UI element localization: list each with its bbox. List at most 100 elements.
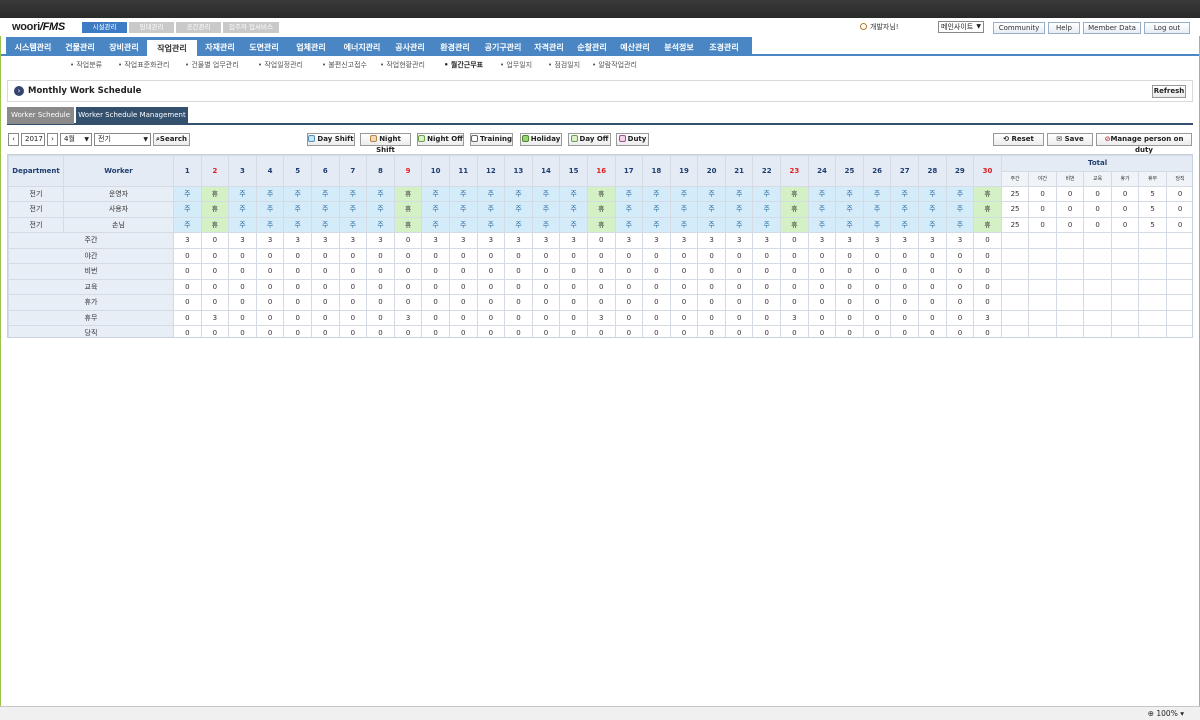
shift-cell[interactable]: 주: [504, 216, 533, 233]
holiday-button[interactable]: Holiday: [520, 133, 562, 146]
day-header[interactable]: 17: [614, 155, 644, 187]
main-nav-item-4[interactable]: 자재관리: [198, 39, 242, 56]
day-header[interactable]: 14: [531, 155, 561, 187]
main-nav-item-0[interactable]: 시스템관리: [8, 39, 58, 56]
day-header[interactable]: 4: [255, 155, 285, 187]
shift-cell[interactable]: 주: [421, 185, 450, 202]
main-nav-item-14[interactable]: 분석정보: [656, 39, 702, 56]
shift-cell[interactable]: 주: [862, 216, 892, 233]
shift-cell[interactable]: 주: [531, 201, 561, 218]
shift-cell[interactable]: 휴: [780, 216, 809, 233]
top-tab-lease[interactable]: 임대관리: [129, 22, 174, 33]
day-header[interactable]: 24: [807, 155, 837, 187]
app-logo[interactable]: woori/FMS: [12, 21, 65, 33]
day-header[interactable]: 16: [586, 155, 616, 187]
shift-cell[interactable]: 휴: [200, 201, 230, 218]
manage-person-on-duty-button[interactable]: ⊘Manage person on duty: [1096, 133, 1192, 154]
sub-nav-item-3[interactable]: • 작업일정관리: [258, 60, 303, 70]
shift-cell[interactable]: 주: [697, 201, 726, 218]
department-select[interactable]: 전기 ▼: [94, 133, 151, 146]
main-nav-item-9[interactable]: 환경관리: [432, 39, 478, 56]
shift-cell[interactable]: 주: [504, 185, 533, 202]
main-nav-item-3[interactable]: 작업관리: [146, 39, 198, 56]
shift-cell[interactable]: 주: [310, 185, 340, 202]
top-tab-tenant-service[interactable]: 입주자 업서비스: [223, 22, 279, 33]
shift-cell[interactable]: 주: [642, 201, 671, 218]
shift-cell[interactable]: 주: [559, 185, 588, 202]
day-header[interactable]: 5: [283, 155, 312, 187]
shift-cell[interactable]: 휴: [393, 201, 423, 218]
sub-nav-item-4[interactable]: • 불편신고접수: [322, 60, 367, 70]
shift-cell[interactable]: 주: [531, 216, 561, 233]
shift-cell[interactable]: 휴: [393, 216, 423, 233]
day-header[interactable]: 12: [476, 155, 506, 187]
shift-cell[interactable]: 주: [448, 201, 478, 218]
shift-cell[interactable]: 휴: [586, 216, 616, 233]
shift-cell[interactable]: 주: [283, 216, 312, 233]
shift-cell[interactable]: 주: [918, 216, 947, 233]
shift-cell[interactable]: 주: [890, 216, 920, 233]
shift-cell[interactable]: 주: [614, 216, 644, 233]
training-button[interactable]: Training: [470, 133, 513, 146]
community-button[interactable]: Community: [993, 22, 1045, 34]
day-header[interactable]: 6: [310, 155, 340, 187]
shift-cell[interactable]: 주: [890, 201, 920, 218]
sub-nav-item-6[interactable]: • 월간근무표: [444, 60, 483, 70]
shift-cell[interactable]: 주: [642, 216, 671, 233]
shift-cell[interactable]: 주: [835, 201, 864, 218]
shift-cell[interactable]: 주: [228, 216, 257, 233]
main-nav-item-8[interactable]: 공사관리: [388, 39, 432, 56]
shift-cell[interactable]: 휴: [780, 185, 809, 202]
shift-cell[interactable]: 주: [724, 201, 754, 218]
day-header[interactable]: 26: [862, 155, 892, 187]
shift-cell[interactable]: 주: [614, 201, 644, 218]
shift-cell[interactable]: 주: [255, 185, 285, 202]
shift-cell[interactable]: 주: [338, 185, 368, 202]
shift-cell[interactable]: 주: [669, 201, 699, 218]
shift-cell[interactable]: 주: [918, 185, 947, 202]
shift-cell[interactable]: 주: [504, 201, 533, 218]
shift-cell[interactable]: 주: [807, 201, 837, 218]
next-month-button[interactable]: ›: [47, 133, 58, 146]
shift-cell[interactable]: 주: [697, 216, 726, 233]
main-nav-item-12[interactable]: 순찰관리: [570, 39, 614, 56]
shift-cell[interactable]: 주: [724, 216, 754, 233]
day-header[interactable]: 19: [669, 155, 699, 187]
main-nav-item-10[interactable]: 공기구관리: [478, 39, 528, 56]
day-header[interactable]: 13: [504, 155, 533, 187]
day-header[interactable]: 23: [780, 155, 809, 187]
shift-cell[interactable]: 휴: [973, 201, 1002, 218]
shift-cell[interactable]: 주: [476, 201, 506, 218]
shift-cell[interactable]: 주: [476, 185, 506, 202]
site-select[interactable]: 메인사이트 ▼: [938, 21, 984, 33]
main-nav-item-7[interactable]: 에너지관리: [336, 39, 388, 56]
shift-cell[interactable]: 휴: [393, 185, 423, 202]
day-shift-button[interactable]: Day Shift: [307, 133, 355, 146]
shift-cell[interactable]: 주: [366, 216, 395, 233]
shift-cell[interactable]: 주: [476, 216, 506, 233]
top-tab-space[interactable]: 공간관리: [176, 22, 221, 33]
shift-cell[interactable]: 주: [173, 185, 202, 202]
month-select[interactable]: 4월 ▼: [60, 133, 92, 146]
shift-cell[interactable]: 휴: [586, 201, 616, 218]
shift-cell[interactable]: 주: [945, 216, 975, 233]
day-header[interactable]: 22: [752, 155, 782, 187]
shift-cell[interactable]: 주: [807, 185, 837, 202]
shift-cell[interactable]: 주: [669, 216, 699, 233]
day-off-button[interactable]: Day Off: [568, 133, 611, 146]
day-header[interactable]: 1: [173, 155, 202, 187]
shift-cell[interactable]: 주: [862, 185, 892, 202]
top-tab-facility[interactable]: 시설관리: [82, 22, 127, 33]
shift-cell[interactable]: 주: [366, 185, 395, 202]
shift-cell[interactable]: 휴: [973, 216, 1002, 233]
member-data-button[interactable]: Member Data: [1083, 22, 1141, 34]
night-shift-button[interactable]: Night Shift: [360, 133, 411, 154]
shift-cell[interactable]: 주: [255, 201, 285, 218]
day-header[interactable]: 18: [642, 155, 671, 187]
year-field[interactable]: 2017: [21, 133, 45, 146]
day-header[interactable]: 9: [393, 155, 423, 187]
day-header[interactable]: 28: [918, 155, 947, 187]
shift-cell[interactable]: 주: [752, 201, 782, 218]
shift-cell[interactable]: 주: [752, 216, 782, 233]
shift-cell[interactable]: 주: [310, 201, 340, 218]
